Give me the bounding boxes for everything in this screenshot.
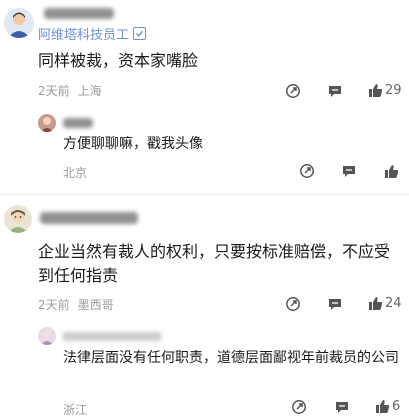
comment-time: 2天前 bbox=[38, 84, 70, 98]
reply-location: 浙江 bbox=[63, 403, 88, 417]
comment-icon[interactable] bbox=[333, 398, 351, 416]
like-button[interactable]: 6 bbox=[374, 398, 400, 414]
like-button[interactable]: 24 bbox=[367, 295, 402, 311]
share-icon[interactable] bbox=[298, 162, 316, 180]
share-icon[interactable] bbox=[290, 398, 308, 416]
comment-location: 墨西哥 bbox=[77, 298, 114, 312]
reply-text: 法律层面没有任何职责，道德层面鄙视年前裁员的公司 bbox=[63, 350, 399, 366]
username-redacted bbox=[40, 212, 138, 224]
thumbs-up-icon bbox=[367, 295, 383, 311]
like-count: 24 bbox=[385, 295, 402, 311]
username-redacted bbox=[44, 8, 114, 19]
badge-text: 阿维塔科技员工 bbox=[38, 28, 130, 43]
reply-text: 方便聊聊嘛，戳我头像 bbox=[63, 136, 203, 152]
user-badge: 阿维塔科技员工 bbox=[38, 24, 147, 43]
like-count: 29 bbox=[385, 82, 402, 98]
comment-icon[interactable] bbox=[340, 162, 358, 180]
avatar[interactable] bbox=[4, 205, 32, 233]
comment-time: 2天前 bbox=[38, 298, 70, 312]
verified-badge-icon bbox=[133, 27, 147, 40]
divider bbox=[0, 194, 409, 195]
reply-avatar[interactable] bbox=[38, 327, 56, 345]
comment-meta: 2天前 墨西哥 bbox=[38, 296, 114, 313]
comment-text: 同样被裁，资本家嘴脸 bbox=[38, 51, 199, 70]
thumbs-up-icon bbox=[367, 82, 383, 98]
comment-location: 上海 bbox=[77, 84, 102, 98]
reply-location: 北京 bbox=[63, 166, 88, 180]
comment-text: 企业当然有裁人的权利，只要按标准赔偿，不应受到任何指责 bbox=[38, 242, 391, 285]
like-button[interactable]: 29 bbox=[367, 82, 402, 98]
comment-icon[interactable] bbox=[326, 82, 344, 100]
comment-icon[interactable] bbox=[326, 295, 344, 313]
reply-username-redacted bbox=[62, 332, 162, 341]
thumbs-up-icon[interactable] bbox=[382, 162, 400, 180]
avatar[interactable] bbox=[4, 8, 34, 38]
thumbs-up-icon bbox=[374, 398, 390, 414]
share-icon[interactable] bbox=[284, 82, 302, 100]
like-count: 6 bbox=[392, 398, 401, 414]
comment-meta: 2天前 上海 bbox=[38, 82, 102, 99]
reply-avatar[interactable] bbox=[38, 114, 56, 132]
reply-username-redacted bbox=[63, 118, 93, 128]
share-icon[interactable] bbox=[284, 295, 302, 313]
